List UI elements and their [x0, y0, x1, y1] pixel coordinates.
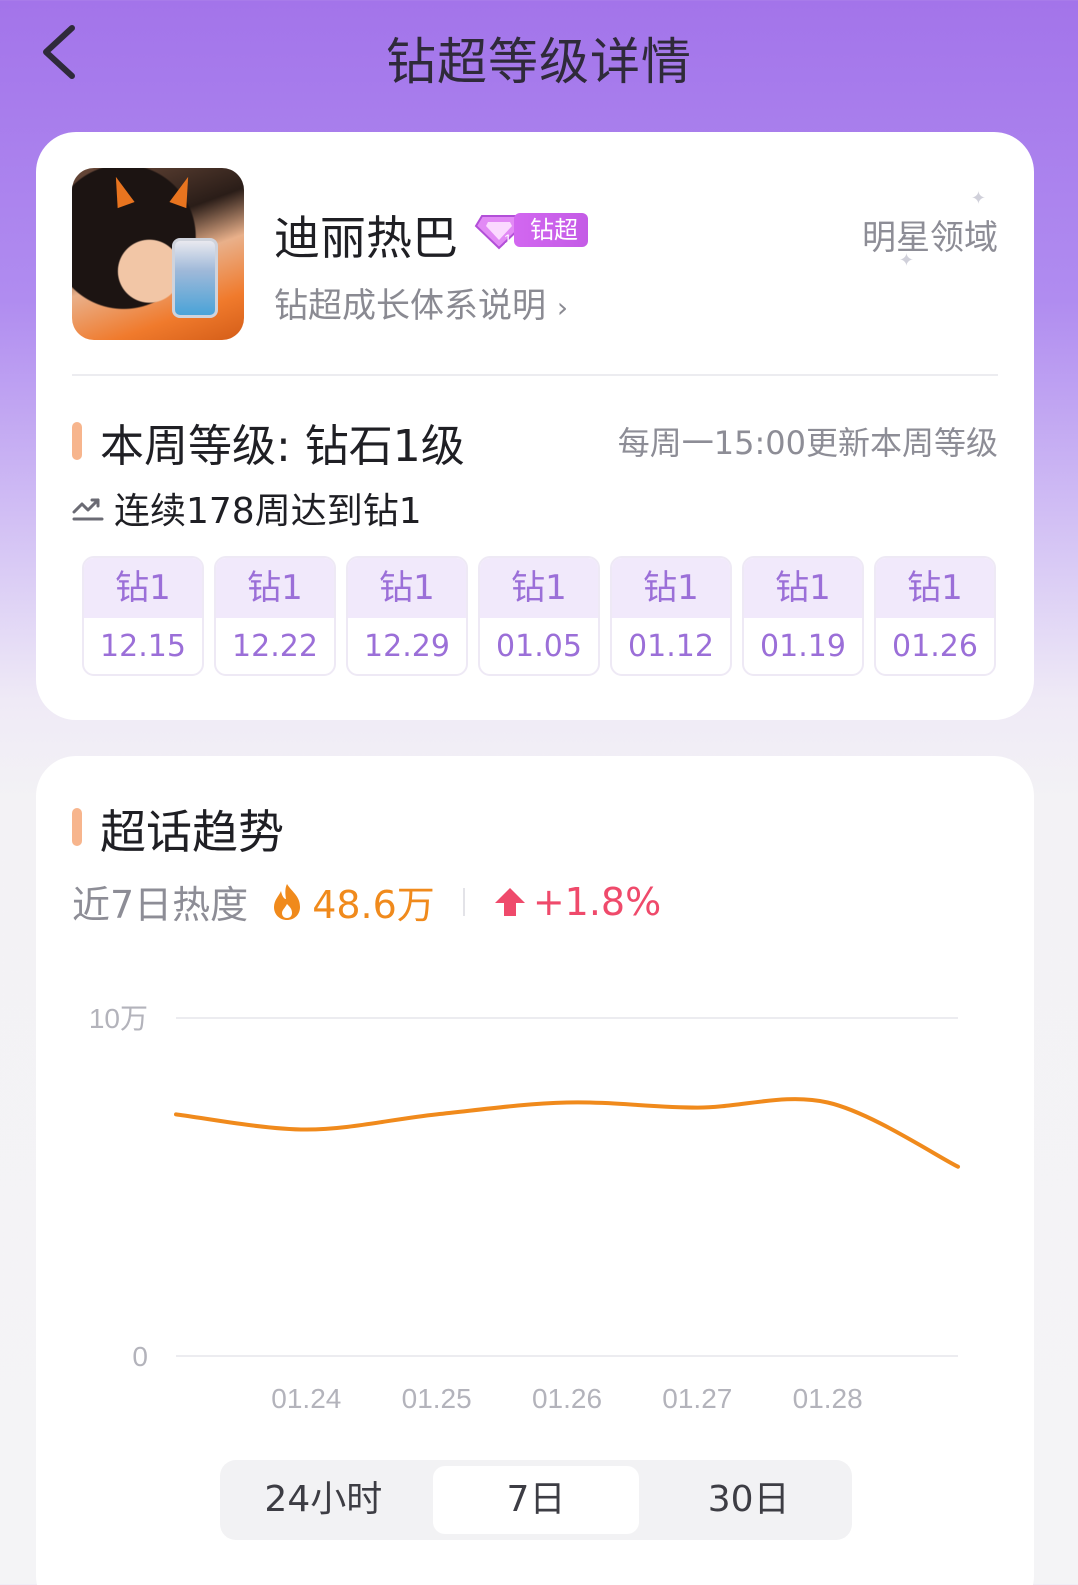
- y-tick-label: 10万: [89, 1003, 148, 1034]
- week-date: 01.26: [892, 629, 978, 664]
- fire-icon: [274, 883, 301, 920]
- week-date: 01.05: [496, 629, 582, 664]
- streak-row: 连续178周达到钻1: [72, 482, 422, 534]
- growth-system-link[interactable]: 钻超成长体系说明 ›: [274, 278, 568, 327]
- week-item: 钻1 01.26: [874, 556, 996, 676]
- heat-change: +1.8%: [532, 879, 662, 924]
- header: 钻超等级详情: [0, 0, 1078, 110]
- week-level: 钻1: [216, 558, 334, 618]
- trend-card: 超话趋势 近7日热度 48.6万 +1.8% 10万 0 01.24 01.25 01.…: [36, 756, 1034, 1585]
- x-tick-label: 01.26: [532, 1383, 602, 1414]
- x-tick-label: 01.28: [793, 1383, 863, 1414]
- heat-row: 近7日热度 48.6万 +1.8%: [72, 874, 661, 929]
- week-item: 钻1 01.19: [742, 556, 864, 676]
- star-name: 迪丽热巴: [274, 211, 458, 265]
- trend-icon: [72, 498, 104, 521]
- arrow-up-icon: [494, 887, 525, 916]
- week-item: 钻1 01.12: [610, 556, 732, 676]
- week-item: 钻1 12.15: [82, 556, 204, 676]
- avatar[interactable]: [72, 168, 244, 340]
- week-date: 12.22: [232, 629, 318, 664]
- week-date: 12.29: [364, 629, 450, 664]
- range-toggle: 24小时 7日 30日: [220, 1460, 852, 1540]
- x-tick-label: 01.27: [662, 1383, 732, 1414]
- domain-tag: 明星领域: [862, 218, 998, 258]
- range-option-24h[interactable]: 24小时: [220, 1466, 427, 1534]
- range-option-7d[interactable]: 7日: [432, 1466, 640, 1534]
- vip-badge-label: 钻超: [514, 213, 588, 247]
- heat-value: 48.6万: [312, 883, 435, 927]
- week-level: 钻1: [480, 558, 598, 618]
- trend-chart: 10万 0 01.24 01.25 01.26 01.27 01.28: [89, 1003, 960, 1414]
- week-level: 钻1: [744, 558, 862, 618]
- week-date: 12.15: [100, 629, 186, 664]
- week-item: 钻1 01.05: [478, 556, 600, 676]
- growth-link-text: 钻超成长体系说明: [274, 286, 546, 326]
- week-date: 01.19: [760, 629, 846, 664]
- streak-text: 连续178周达到钻1: [114, 491, 422, 532]
- x-tick-label: 01.24: [271, 1383, 341, 1414]
- week-item: 钻1 12.29: [346, 556, 468, 676]
- sparkle-icon: ✦: [898, 250, 914, 271]
- trend-title: 超话趋势: [100, 805, 284, 859]
- week-date: 01.12: [628, 629, 714, 664]
- range-option-30d[interactable]: 30日: [645, 1466, 852, 1534]
- week-level: 钻1: [84, 558, 202, 618]
- separator: [462, 887, 465, 916]
- page-title: 钻超等级详情: [386, 33, 692, 91]
- series-line: [174, 1097, 960, 1169]
- week-level: 钻1: [876, 558, 994, 618]
- x-tick-label: 01.25: [402, 1383, 472, 1414]
- week-history: 钻1 12.15 钻1 12.22 钻1 12.29 钻1 01.05 钻1 0…: [82, 556, 996, 676]
- level-card: 迪丽热巴 1 钻超 钻超成长体系说明 › 明星领域 ✦ ✦ 本周等级: 钻石1级…: [36, 132, 1034, 720]
- y-tick-label: 0: [132, 1341, 148, 1372]
- week-level-title: 本周等级: 钻石1级: [100, 421, 465, 472]
- section-accent: [72, 808, 82, 846]
- update-note: 每周一15:00更新本周等级: [617, 424, 998, 462]
- vip-badge: 1 钻超: [474, 210, 588, 250]
- svg-text:1: 1: [504, 231, 512, 247]
- chevron-right-icon: ›: [556, 291, 569, 324]
- divider: [72, 374, 998, 376]
- week-level: 钻1: [348, 558, 466, 618]
- heat-label: 近7日热度: [72, 883, 249, 927]
- week-item: 钻1 12.22: [214, 556, 336, 676]
- section-accent: [72, 422, 82, 460]
- sparkle-icon: ✦: [970, 188, 986, 209]
- week-level: 钻1: [612, 558, 730, 618]
